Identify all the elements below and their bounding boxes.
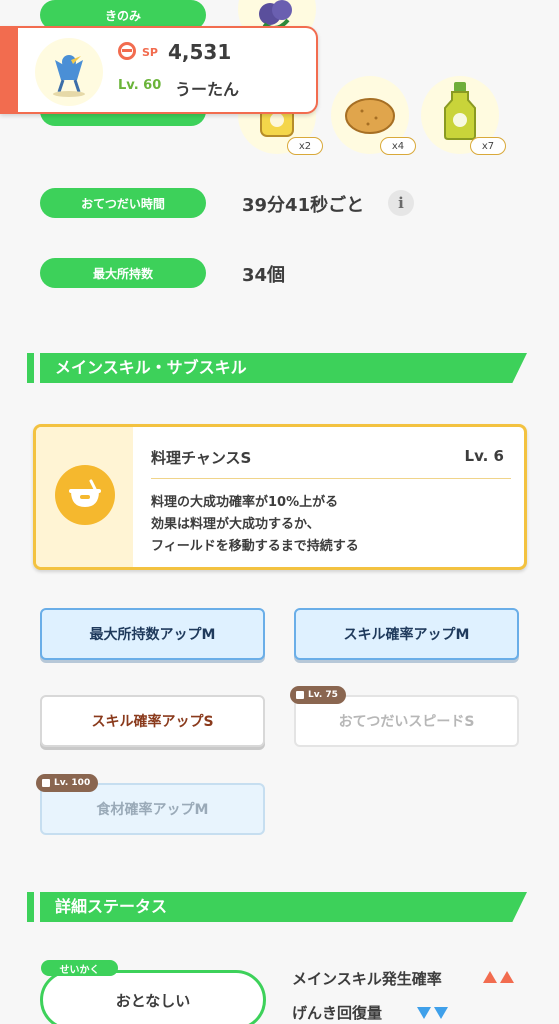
lock-badge-lv100: Lv. 100	[36, 774, 99, 792]
skill-divider	[151, 478, 511, 479]
potato-icon	[345, 98, 395, 134]
sub-skill-3[interactable]: スキル確率アップS	[40, 695, 265, 747]
details-section-title: 詳細ステータス	[55, 897, 168, 916]
nature-box[interactable]: おとなしい	[40, 970, 266, 1024]
sub-skill-2[interactable]: スキル確率アップM	[294, 608, 519, 660]
main-skill-desc-3: フィールドを移動するまで持続する	[151, 539, 359, 554]
info-icon[interactable]: i	[388, 190, 414, 216]
nature-tag: せいかく	[41, 960, 118, 976]
oil-bottle-icon	[444, 82, 476, 140]
help-time-label-text: おてつだい時間	[81, 196, 165, 211]
main-skill-level: Lv. 6	[464, 447, 504, 465]
ingredient-count-1: x2	[287, 137, 323, 155]
cooking-pot-icon	[55, 465, 115, 525]
sub-skill-4-label: おてつだいスピードS	[338, 714, 475, 730]
skills-section-title: メインスキル・サブスキル	[55, 358, 247, 377]
skills-section-header: メインスキル・サブスキル	[27, 353, 527, 383]
stat-up-label: メインスキル発生確率	[292, 970, 442, 988]
ingredient-count-2: x4	[380, 137, 416, 155]
pokemon-profile-card[interactable]: SP 4,531 Lv. 60 うーたん	[0, 26, 318, 114]
sub-skill-2-label: スキル確率アップM	[343, 627, 470, 643]
help-time-value: 39分41秒ごと	[242, 195, 365, 216]
ingredient-count-3: x7	[470, 137, 506, 155]
sp-value: 4,531	[168, 40, 232, 64]
nature-value: おとなしい	[115, 991, 191, 1010]
lock-icon	[296, 691, 304, 699]
sub-skill-1-label: 最大所持数アップM	[89, 627, 216, 643]
sub-skill-3-label: スキル確率アップS	[91, 714, 214, 730]
berry-label-text: きのみ	[104, 8, 141, 23]
main-skill-desc-2: 効果は料理が大成功するか、	[151, 517, 320, 532]
nature-tag-text: せいかく	[59, 964, 100, 976]
sp-icon	[118, 42, 136, 60]
max-carry-value: 34個	[242, 265, 286, 286]
sub-skill-1[interactable]: 最大所持数アップM	[40, 608, 265, 660]
max-carry-label-text: 最大所持数	[92, 266, 153, 281]
lock-badge-lv75: Lv. 75	[290, 686, 346, 704]
pokemon-avatar	[35, 38, 103, 106]
main-skill-card[interactable]: 料理チャンスS Lv. 6 料理の大成功確率が10%上がる 効果は料理が大成功す…	[33, 424, 527, 570]
sp-label: SP	[142, 46, 158, 59]
help-time-label: おてつだい時間	[40, 188, 206, 218]
sub-skill-5-label: 食材確率アップM	[96, 802, 209, 818]
main-skill-name: 料理チャンスS	[151, 449, 252, 467]
stat-down-label: げんき回復量	[292, 1004, 383, 1022]
details-section-header: 詳細ステータス	[27, 892, 527, 922]
pokemon-level: Lv. 60	[118, 78, 162, 93]
max-carry-label: 最大所持数	[40, 258, 206, 288]
pokemon-name: うーたん	[175, 80, 240, 99]
stat-up-arrows-icon	[483, 971, 514, 983]
stat-down-arrows-icon	[417, 1007, 448, 1019]
lock-icon	[42, 779, 50, 787]
bird-pokemon-icon	[53, 55, 85, 97]
main-skill-desc-1: 料理の大成功確率が10%上がる	[151, 495, 339, 510]
profile-accent-bar	[0, 28, 18, 112]
lock-badge-lv100-text: Lv. 100	[54, 778, 91, 788]
lock-badge-lv75-text: Lv. 75	[308, 690, 338, 700]
